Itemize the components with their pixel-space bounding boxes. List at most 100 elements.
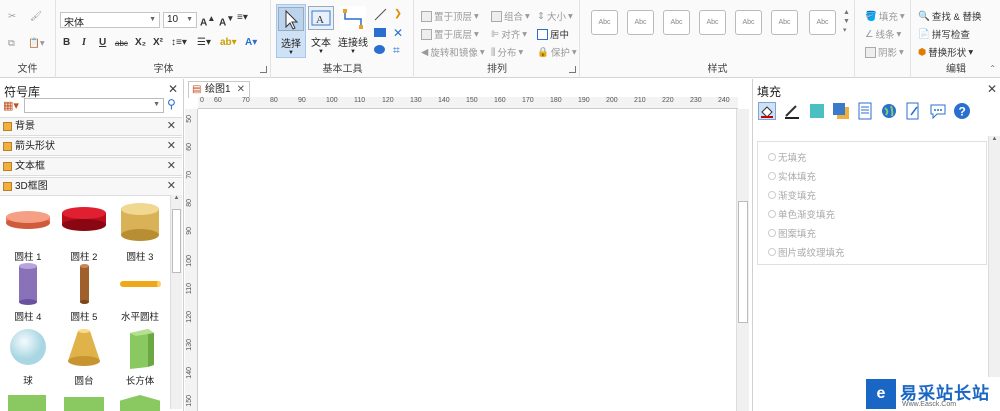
shape-cylinder-3[interactable]: 圆柱 3 [112, 201, 168, 263]
connector-tool-button[interactable]: 连接线 ▼ [336, 4, 370, 58]
teal-square-icon[interactable] [808, 102, 826, 120]
paste-icon[interactable]: 📋▾ [28, 38, 45, 49]
select-tool-button[interactable]: 选择 ▼ [276, 4, 306, 58]
close-icon[interactable]: ✕ [167, 118, 176, 135]
fill-panel-scrollbar[interactable]: ▲ [988, 136, 1000, 411]
style-preset-6[interactable]: Abc [771, 10, 798, 35]
style-preset-3[interactable]: Abc [663, 10, 690, 35]
style-preset-2[interactable]: Abc [627, 10, 654, 35]
spell-check-button[interactable]: 📄 拼写检查 [918, 27, 970, 42]
fill-button[interactable]: 🪣 填充 ▾ [865, 9, 905, 24]
arrange-dialog-launcher[interactable] [569, 66, 576, 73]
fill-option-picture[interactable]: 图片或纹理填充 [768, 245, 845, 259]
canvas-vertical-scrollbar[interactable] [736, 109, 749, 411]
style-preset-4[interactable]: Abc [699, 10, 726, 35]
style-preset-7[interactable]: Abc [809, 10, 836, 35]
category-textbox[interactable]: 文本框 ✕ [0, 157, 182, 176]
distribute-button[interactable]: ⫼ 分布 ▾ [491, 45, 523, 60]
shape-cylinder-1[interactable]: 圆柱 1 [0, 201, 56, 263]
category-arrows[interactable]: 箭头形状 ✕ [0, 137, 182, 156]
text-tool-button[interactable]: A 文本 ▼ [306, 4, 336, 58]
replace-shape-button[interactable]: ⬢ 替换形状 ▾ [918, 45, 973, 60]
style-gallery-scroll[interactable]: ▲ ▼ ▾ [843, 8, 850, 35]
font-color-icon[interactable]: A▾ [245, 37, 257, 48]
shape-cylinder-4[interactable]: 圆柱 4 [0, 261, 56, 323]
shadow-square-icon[interactable] [832, 102, 850, 120]
library-menu-icon[interactable]: ▦▾ [3, 99, 19, 112]
shape-partial[interactable] [64, 397, 104, 411]
document-icon[interactable] [856, 102, 874, 120]
find-replace-button[interactable]: 🔍 查找 & 替换 [918, 9, 981, 24]
bullet-list-icon[interactable]: ☰▾ [197, 37, 211, 48]
shape-sphere[interactable]: 球 [0, 325, 56, 387]
protect-button[interactable]: 🔒 保护 ▾ [537, 45, 577, 60]
scroll-up-icon[interactable]: ▲ [989, 136, 1000, 142]
search-icon[interactable]: ⚲ [167, 97, 176, 111]
size-button[interactable]: ⇕ 大小 ▾ [537, 9, 573, 24]
fill-option-solid[interactable]: 实体填充 [768, 169, 816, 183]
style-preset-1[interactable]: Abc [591, 10, 618, 35]
arc-tool-icon[interactable]: ❯ [394, 8, 402, 19]
center-button[interactable]: 居中 [537, 27, 569, 41]
close-icon[interactable]: ✕ [167, 178, 176, 195]
fill-bucket-icon[interactable] [758, 102, 776, 120]
cross-tool-icon[interactable]: ✕ [393, 26, 403, 40]
collapse-ribbon-icon[interactable]: ⌃ [989, 64, 996, 73]
shape-cylinder-5[interactable]: 圆柱 5 [56, 261, 112, 323]
font-name-select[interactable]: 宋体 ▼ [60, 12, 160, 29]
category-3d-blocks[interactable]: 3D框图 ✕ [0, 177, 182, 196]
copy-icon[interactable]: ⧉ [8, 38, 15, 49]
bring-front-button[interactable]: 置于顶层 ▾ [421, 9, 479, 23]
shape-frustum[interactable]: 圆台 [56, 325, 112, 387]
line-pen-icon[interactable] [783, 102, 801, 120]
crop-tool-icon[interactable]: ⌗ [393, 43, 400, 58]
shadow-button[interactable]: 阴影 ▾ [865, 45, 904, 59]
close-icon[interactable]: ✕ [167, 138, 176, 155]
grow-font-icon[interactable]: A▲ [200, 13, 215, 28]
close-icon[interactable]: ✕ [237, 82, 245, 98]
highlight-icon[interactable]: ab▾ [220, 37, 237, 48]
rectangle-tool-icon[interactable] [374, 28, 386, 37]
shape-partial[interactable] [120, 395, 160, 411]
format-painter-icon[interactable]: 🖌 [30, 11, 42, 22]
category-background[interactable]: 背景 ✕ [0, 117, 182, 136]
shape-cuboid[interactable]: 长方体 [112, 325, 168, 387]
fill-option-none[interactable]: 无填充 [768, 150, 807, 164]
strikethrough-button[interactable]: abc [115, 39, 128, 48]
shape-horizontal-cylinder[interactable]: 水平圆柱 [112, 261, 168, 323]
line-spacing-icon[interactable]: ↕≡▾ [171, 37, 187, 48]
italic-button[interactable]: I [82, 37, 86, 48]
line-button[interactable]: ∠ 线条 ▾ [865, 27, 901, 42]
align-button[interactable]: ⊫ 对齐 ▾ [491, 27, 527, 42]
scroll-thumb[interactable] [738, 201, 748, 323]
fill-option-gradient[interactable]: 渐变填充 [768, 188, 816, 202]
drawing-page[interactable] [199, 110, 735, 411]
font-dialog-launcher[interactable] [260, 66, 267, 73]
close-icon[interactable]: ✕ [987, 82, 997, 96]
style-preset-5[interactable]: Abc [735, 10, 762, 35]
shrink-font-icon[interactable]: A▼ [219, 13, 234, 28]
rotate-button[interactable]: ◀ 旋转和镜像 ▾ [421, 45, 485, 60]
page-edit-icon[interactable] [904, 102, 922, 120]
fill-option-mono-gradient[interactable]: 单色渐变填充 [768, 207, 835, 221]
cut-icon[interactable]: ✂ [8, 11, 16, 22]
shape-cylinder-2[interactable]: 圆柱 2 [56, 201, 112, 263]
bold-button[interactable]: B [63, 37, 70, 48]
group-button[interactable]: 组合 ▾ [491, 9, 530, 23]
close-icon[interactable]: ✕ [168, 82, 178, 96]
scroll-up-icon[interactable]: ▲ [171, 195, 182, 201]
text-align-icon[interactable]: ≡▾ [237, 12, 248, 23]
comment-icon[interactable] [929, 102, 947, 120]
library-scrollbar[interactable]: ▲ [170, 195, 182, 409]
help-icon[interactable]: ? [953, 102, 971, 120]
underline-button[interactable]: U [99, 37, 106, 48]
globe-icon[interactable] [880, 102, 898, 120]
font-size-select[interactable]: 10 ▼ [163, 12, 197, 28]
library-search-input[interactable]: ▼ [24, 98, 164, 113]
send-back-button[interactable]: 置于底层 ▾ [421, 27, 479, 41]
shape-partial[interactable] [8, 395, 46, 411]
subscript-button[interactable]: X₂ [135, 37, 146, 48]
scroll-thumb[interactable] [172, 209, 181, 273]
fill-option-pattern[interactable]: 图案填充 [768, 226, 816, 240]
close-icon[interactable]: ✕ [167, 158, 176, 175]
